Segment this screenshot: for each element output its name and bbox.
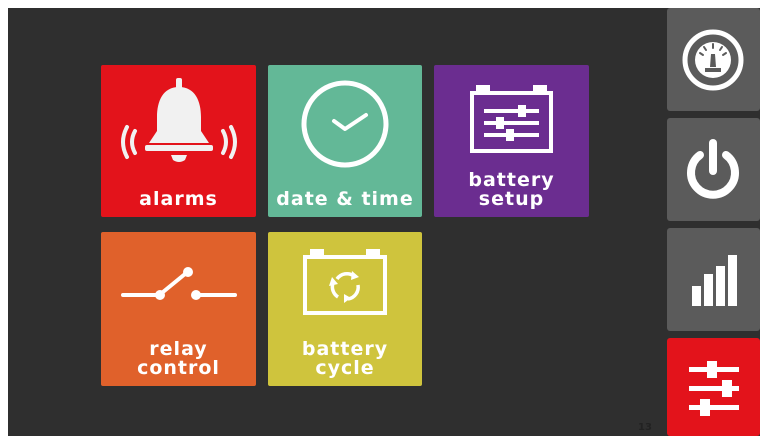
sidebar-settings-button[interactable] bbox=[667, 338, 760, 436]
battery-setup-tile[interactable]: battery setup bbox=[434, 65, 589, 217]
alarms-label: alarms bbox=[139, 188, 218, 210]
page-number: 13 bbox=[638, 422, 652, 433]
date-time-tile[interactable]: date & time bbox=[268, 65, 422, 217]
bar-chart-icon bbox=[692, 255, 737, 306]
battery-cycle-tile[interactable]: battery cycle bbox=[268, 232, 422, 386]
device-screen: alarms date & time battery setup relay c… bbox=[8, 8, 760, 436]
battery-cycle-label: battery cycle bbox=[301, 338, 389, 379]
battery-cycle-icon bbox=[303, 249, 387, 315]
battery-setup-label: battery setup bbox=[468, 169, 555, 210]
clock-icon bbox=[301, 80, 389, 168]
relay-switch-icon bbox=[121, 267, 237, 300]
sidebar-gauge-button[interactable] bbox=[667, 8, 760, 111]
gauge-icon bbox=[682, 29, 744, 91]
settings-sliders-icon bbox=[689, 361, 739, 416]
power-icon bbox=[687, 139, 739, 199]
sidebar-chart-button[interactable] bbox=[667, 228, 760, 331]
sidebar-power-button[interactable] bbox=[667, 118, 760, 221]
alarms-tile[interactable]: alarms bbox=[101, 65, 256, 217]
date-time-label: date & time bbox=[276, 188, 414, 210]
relay-control-tile[interactable]: relay control bbox=[101, 232, 256, 386]
relay-control-label: relay control bbox=[137, 338, 220, 379]
bell-icon bbox=[121, 78, 237, 162]
battery-setup-icon bbox=[470, 85, 553, 153]
